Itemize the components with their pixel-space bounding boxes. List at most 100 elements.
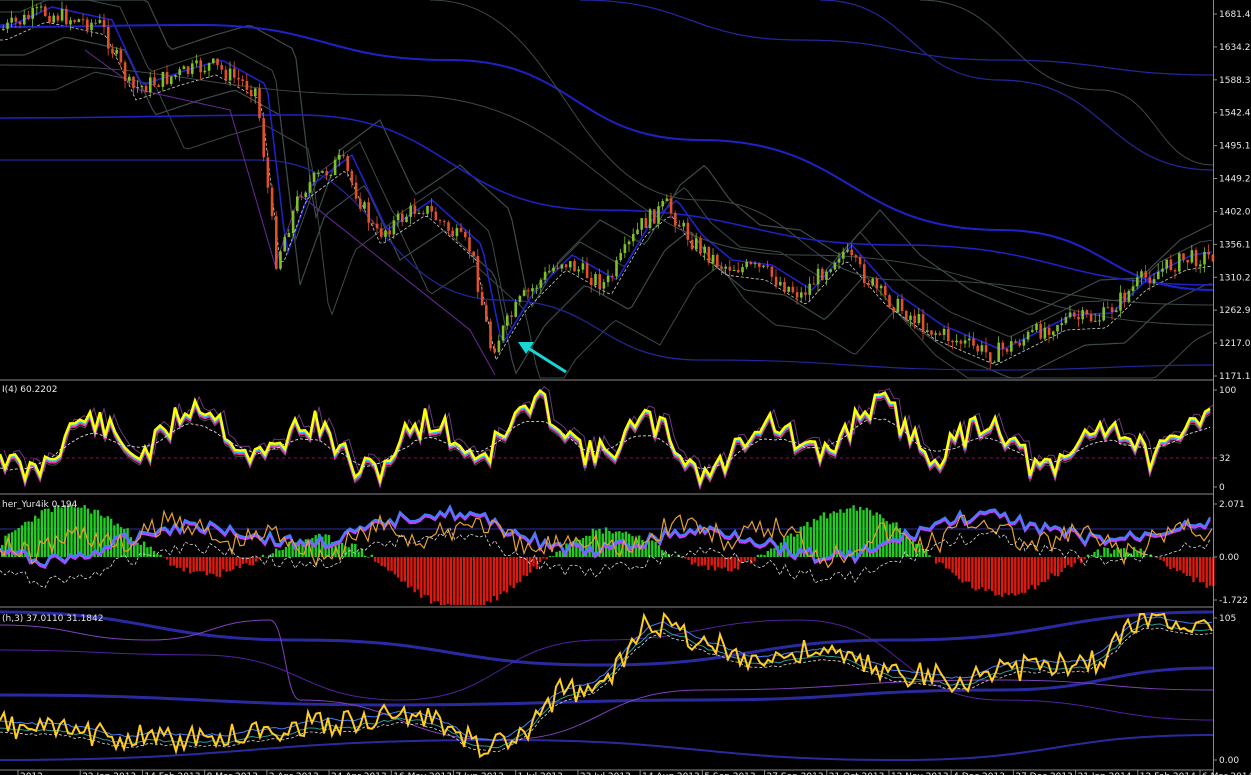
histogram-bar-negative bbox=[377, 557, 380, 563]
histogram-bar-negative bbox=[169, 557, 172, 566]
candle-down bbox=[774, 276, 778, 286]
stoch-violet-line-2 bbox=[0, 619, 1214, 721]
trading-chart[interactable]: I(4) 60.2202 her_Yur4ik 0.194 (h,3) 37.0… bbox=[0, 0, 1251, 775]
candle-up bbox=[871, 278, 874, 286]
candle-down bbox=[686, 222, 690, 240]
candle-up bbox=[304, 192, 307, 198]
histogram-bar-negative bbox=[743, 557, 746, 563]
histogram-bar-positive bbox=[63, 505, 67, 557]
slow-average-4 bbox=[819, 0, 1214, 171]
price-panel[interactable] bbox=[0, 0, 1215, 379]
candle-up bbox=[531, 288, 534, 292]
candle-up bbox=[842, 251, 845, 259]
histogram-bar-negative bbox=[413, 557, 416, 593]
rsi-axis-tick-label: 32 bbox=[1219, 454, 1230, 464]
candle-up bbox=[594, 274, 597, 285]
candle-down bbox=[884, 285, 887, 296]
histogram-bar-positive bbox=[47, 508, 50, 557]
histogram-bar-positive bbox=[654, 541, 657, 557]
candle-down bbox=[258, 88, 261, 119]
candle-up bbox=[632, 234, 635, 242]
histogram-bar-positive bbox=[34, 515, 37, 557]
candle-up bbox=[338, 154, 341, 160]
histogram-bar-negative bbox=[1159, 557, 1162, 560]
stoch-panel[interactable]: (h,3) 37.0110 31.1842 bbox=[0, 610, 1214, 762]
candle-up bbox=[136, 87, 139, 89]
candle-up bbox=[140, 85, 144, 88]
slow-average-5 bbox=[919, 0, 1214, 166]
histogram-bar-negative bbox=[1172, 557, 1175, 568]
histogram-bar-negative bbox=[1192, 557, 1195, 582]
stoch-violet-line bbox=[0, 619, 1214, 741]
candle-up bbox=[308, 182, 312, 193]
candle-up bbox=[552, 267, 555, 272]
histogram-bar-positive bbox=[354, 543, 357, 557]
histogram-bar-negative bbox=[251, 557, 255, 566]
candle-up bbox=[926, 330, 929, 332]
candle-up bbox=[514, 301, 517, 317]
price-axis-tick-label: 1634.20 bbox=[1219, 43, 1251, 53]
candle-up bbox=[657, 206, 660, 224]
candle-up bbox=[963, 340, 967, 344]
histogram-bar-negative bbox=[222, 557, 225, 570]
histogram-bar-negative bbox=[255, 557, 258, 562]
candle-down bbox=[938, 333, 942, 335]
histogram-bar-negative bbox=[175, 557, 179, 568]
candle-down bbox=[1169, 259, 1173, 270]
histogram-bar-positive bbox=[842, 512, 845, 557]
histogram-bar-negative bbox=[720, 557, 723, 569]
candle-down bbox=[430, 206, 433, 212]
candle-up bbox=[993, 361, 996, 363]
stoch-long-average-mid bbox=[0, 666, 1214, 707]
histogram-bar-positive bbox=[555, 551, 558, 557]
histogram-bar-negative bbox=[426, 557, 430, 596]
candle-down bbox=[644, 218, 648, 228]
histogram-bar-negative bbox=[1073, 557, 1076, 564]
histogram-bar-negative bbox=[1175, 557, 1179, 572]
candle-up bbox=[1161, 268, 1164, 272]
candle-up bbox=[934, 333, 937, 335]
candle-down bbox=[233, 68, 236, 78]
candle-up bbox=[203, 70, 207, 73]
price-axis-tick-label: 1356.10 bbox=[1219, 240, 1251, 250]
band-line-0 bbox=[0, 0, 1213, 315]
candle-down bbox=[737, 270, 740, 273]
histogram-bar-positive bbox=[109, 518, 113, 557]
histogram-bar-negative bbox=[733, 557, 736, 569]
candle-up bbox=[254, 88, 257, 96]
candle-down bbox=[678, 225, 681, 227]
candle-down bbox=[585, 263, 589, 278]
candle-down bbox=[480, 291, 484, 306]
histogram-bar-negative bbox=[512, 557, 515, 589]
candle-down bbox=[1123, 292, 1126, 302]
histogram-bar-negative bbox=[373, 557, 377, 562]
histogram-bar-negative bbox=[469, 557, 472, 605]
candle-up bbox=[384, 230, 387, 237]
candle-up bbox=[405, 216, 408, 222]
candle-down bbox=[821, 268, 824, 281]
candle-down bbox=[468, 237, 471, 252]
candle-down bbox=[476, 256, 480, 292]
candle-up bbox=[808, 283, 811, 295]
candle-up bbox=[955, 340, 958, 343]
candle-up bbox=[396, 213, 400, 221]
histogram-bar-negative bbox=[443, 557, 446, 605]
histogram-bar-negative bbox=[1030, 557, 1033, 585]
candle-down bbox=[947, 328, 950, 341]
candle-up bbox=[640, 218, 643, 230]
candle-up bbox=[363, 202, 366, 209]
candle-down bbox=[1173, 270, 1177, 272]
histogram-bar-positive bbox=[756, 554, 760, 557]
histogram-bar-positive bbox=[278, 550, 281, 557]
histogram-bar-positive bbox=[142, 541, 146, 557]
rsi-panel[interactable]: I(4) 60.2202 bbox=[0, 385, 1215, 491]
macd-panel[interactable]: her_Yur4ik 0.194 bbox=[0, 500, 1215, 605]
candle-up bbox=[548, 271, 551, 273]
candle-down bbox=[863, 264, 866, 284]
candle-up bbox=[703, 246, 706, 254]
histogram-bar-negative bbox=[1198, 557, 1202, 583]
candle-up bbox=[1165, 259, 1168, 269]
candle-down bbox=[1110, 307, 1114, 312]
arrow-shaft bbox=[527, 346, 567, 374]
candle-up bbox=[909, 315, 912, 321]
